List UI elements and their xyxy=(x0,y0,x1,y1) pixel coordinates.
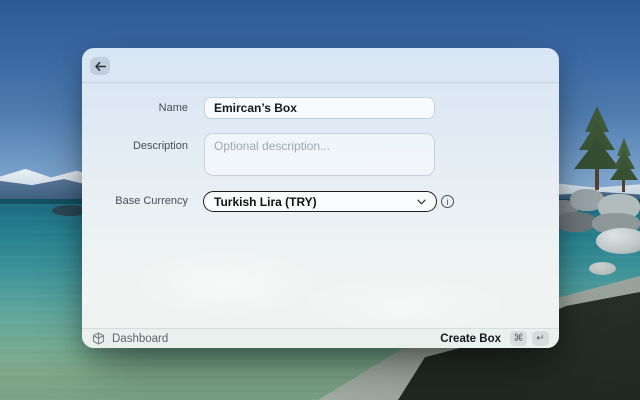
wallpaper-white-boulder xyxy=(596,228,640,254)
wallpaper-pine-tree-small xyxy=(610,138,638,192)
base-currency-select[interactable]: Turkish Lira (TRY) xyxy=(203,191,437,212)
dialog-footer: Dashboard Create Box ⌘ ↵ xyxy=(82,328,559,348)
back-arrow-icon xyxy=(94,61,106,71)
create-box-action[interactable]: Create Box ⌘ ↵ xyxy=(440,331,549,346)
wallpaper-white-boulder-small xyxy=(589,262,616,275)
description-label: Description xyxy=(132,140,188,152)
desktop: Name Description Base Currency Turkish L… xyxy=(0,0,640,400)
create-box-dialog: Name Description Base Currency Turkish L… xyxy=(82,48,559,348)
return-key-icon: ↵ xyxy=(532,331,549,346)
chevron-down-icon xyxy=(417,199,426,205)
dialog-header xyxy=(82,48,559,83)
dialog-form: Name Description Base Currency Turkish L… xyxy=(82,83,559,328)
dashboard-label: Dashboard xyxy=(112,332,169,345)
info-icon[interactable]: i xyxy=(441,195,454,208)
description-input[interactable] xyxy=(204,133,435,176)
command-key-icon: ⌘ xyxy=(510,331,527,346)
name-input[interactable] xyxy=(204,97,435,119)
back-button[interactable] xyxy=(90,57,110,75)
base-currency-label: Base Currency xyxy=(115,195,188,207)
name-label: Name xyxy=(158,102,188,114)
create-box-label: Create Box xyxy=(440,332,501,345)
box-logo-icon xyxy=(92,332,105,345)
base-currency-value: Turkish Lira (TRY) xyxy=(214,194,317,209)
dashboard-nav[interactable]: Dashboard xyxy=(92,332,168,345)
